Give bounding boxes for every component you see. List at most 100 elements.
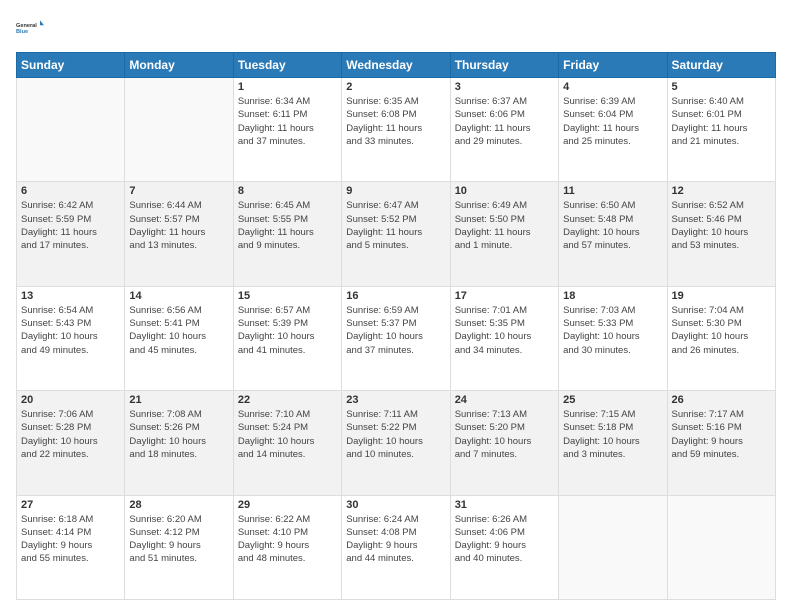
calendar-cell: 6 Sunrise: 6:42 AMSunset: 5:59 PMDaylight… xyxy=(17,182,125,286)
day-info: Sunrise: 6:42 AMSunset: 5:59 PMDaylight:… xyxy=(21,199,120,252)
page: GeneralBlue SundayMondayTuesdayWednesday… xyxy=(0,0,792,612)
day-number: 1 xyxy=(238,81,337,93)
day-info: Sunrise: 7:13 AMSunset: 5:20 PMDaylight:… xyxy=(455,408,554,461)
calendar-row: 6 Sunrise: 6:42 AMSunset: 5:59 PMDaylight… xyxy=(17,182,776,286)
day-info: Sunrise: 6:18 AMSunset: 4:14 PMDaylight:… xyxy=(21,513,120,566)
calendar-cell: 13 Sunrise: 6:54 AMSunset: 5:43 PMDayligh… xyxy=(17,286,125,390)
weekday-header-wednesday: Wednesday xyxy=(342,53,450,78)
day-number: 24 xyxy=(455,394,554,406)
day-number: 6 xyxy=(21,185,120,197)
day-info: Sunrise: 7:10 AMSunset: 5:24 PMDaylight:… xyxy=(238,408,337,461)
day-number: 10 xyxy=(455,185,554,197)
day-info: Sunrise: 6:35 AMSunset: 6:08 PMDaylight:… xyxy=(346,95,445,148)
calendar-cell: 1 Sunrise: 6:34 AMSunset: 6:11 PMDaylight… xyxy=(233,78,341,182)
day-info: Sunrise: 6:22 AMSunset: 4:10 PMDaylight:… xyxy=(238,513,337,566)
day-number: 28 xyxy=(129,499,228,511)
day-number: 7 xyxy=(129,185,228,197)
calendar-cell: 23 Sunrise: 7:11 AMSunset: 5:22 PMDayligh… xyxy=(342,391,450,495)
calendar-cell: 7Sunrise: 6:44 AMSunset: 5:57 PMDaylight… xyxy=(125,182,233,286)
day-number: 12 xyxy=(672,185,771,197)
calendar-cell: 14 Sunrise: 6:56 AMSunset: 5:41 PMDayligh… xyxy=(125,286,233,390)
calendar-cell: 19Sunrise: 7:04 AMSunset: 5:30 PMDayligh… xyxy=(667,286,775,390)
day-info: Sunrise: 6:49 AMSunset: 5:50 PMDaylight:… xyxy=(455,199,554,252)
day-info: Sunrise: 6:54 AMSunset: 5:43 PMDaylight:… xyxy=(21,304,120,357)
day-number: 15 xyxy=(238,290,337,302)
calendar-cell: 29 Sunrise: 6:22 AMSunset: 4:10 PMDayligh… xyxy=(233,495,341,599)
svg-text:General: General xyxy=(16,23,37,29)
day-info: Sunrise: 6:57 AMSunset: 5:39 PMDaylight:… xyxy=(238,304,337,357)
calendar-cell: 18 Sunrise: 7:03 AMSunset: 5:33 PMDayligh… xyxy=(559,286,667,390)
day-info: Sunrise: 7:06 AMSunset: 5:28 PMDaylight:… xyxy=(21,408,120,461)
weekday-header-friday: Friday xyxy=(559,53,667,78)
calendar-cell: 26 Sunrise: 7:17 AMSunset: 5:16 PMDayligh… xyxy=(667,391,775,495)
calendar-table: SundayMondayTuesdayWednesdayThursdayFrid… xyxy=(16,52,776,600)
calendar-cell: 16Sunrise: 6:59 AMSunset: 5:37 PMDayligh… xyxy=(342,286,450,390)
day-number: 30 xyxy=(346,499,445,511)
day-number: 9 xyxy=(346,185,445,197)
logo-icon: GeneralBlue xyxy=(16,12,48,44)
day-number: 14 xyxy=(129,290,228,302)
day-info: Sunrise: 6:50 AMSunset: 5:48 PMDaylight:… xyxy=(563,199,662,252)
calendar-cell: 17 Sunrise: 7:01 AMSunset: 5:35 PMDayligh… xyxy=(450,286,558,390)
day-info: Sunrise: 7:03 AMSunset: 5:33 PMDaylight:… xyxy=(563,304,662,357)
calendar-cell: 27 Sunrise: 6:18 AMSunset: 4:14 PMDayligh… xyxy=(17,495,125,599)
day-info: Sunrise: 7:01 AMSunset: 5:35 PMDaylight:… xyxy=(455,304,554,357)
day-info: Sunrise: 6:45 AMSunset: 5:55 PMDaylight:… xyxy=(238,199,337,252)
calendar-cell: 22 Sunrise: 7:10 AMSunset: 5:24 PMDayligh… xyxy=(233,391,341,495)
day-number: 3 xyxy=(455,81,554,93)
day-info: Sunrise: 6:52 AMSunset: 5:46 PMDaylight:… xyxy=(672,199,771,252)
day-number: 29 xyxy=(238,499,337,511)
day-info: Sunrise: 7:11 AMSunset: 5:22 PMDaylight:… xyxy=(346,408,445,461)
calendar-cell: 15 Sunrise: 6:57 AMSunset: 5:39 PMDayligh… xyxy=(233,286,341,390)
day-info: Sunrise: 7:15 AMSunset: 5:18 PMDaylight:… xyxy=(563,408,662,461)
calendar-cell: 10 Sunrise: 6:49 AMSunset: 5:50 PMDayligh… xyxy=(450,182,558,286)
logo: GeneralBlue xyxy=(16,12,48,44)
weekday-header-monday: Monday xyxy=(125,53,233,78)
day-number: 21 xyxy=(129,394,228,406)
day-info: Sunrise: 6:34 AMSunset: 6:11 PMDaylight:… xyxy=(238,95,337,148)
calendar-row: 20 Sunrise: 7:06 AMSunset: 5:28 PMDayligh… xyxy=(17,391,776,495)
calendar-cell xyxy=(559,495,667,599)
header: GeneralBlue xyxy=(16,12,776,44)
day-info: Sunrise: 6:40 AMSunset: 6:01 PMDaylight:… xyxy=(672,95,771,148)
day-info: Sunrise: 6:47 AMSunset: 5:52 PMDaylight:… xyxy=(346,199,445,252)
day-number: 23 xyxy=(346,394,445,406)
calendar-row: 27 Sunrise: 6:18 AMSunset: 4:14 PMDayligh… xyxy=(17,495,776,599)
day-number: 20 xyxy=(21,394,120,406)
day-number: 19 xyxy=(672,290,771,302)
calendar-cell: 3 Sunrise: 6:37 AMSunset: 6:06 PMDaylight… xyxy=(450,78,558,182)
weekday-header-sunday: Sunday xyxy=(17,53,125,78)
weekday-header-tuesday: Tuesday xyxy=(233,53,341,78)
calendar-cell: 11 Sunrise: 6:50 AMSunset: 5:48 PMDayligh… xyxy=(559,182,667,286)
calendar-cell: 4Sunrise: 6:39 AMSunset: 6:04 PMDaylight… xyxy=(559,78,667,182)
calendar-cell: 12 Sunrise: 6:52 AMSunset: 5:46 PMDayligh… xyxy=(667,182,775,286)
day-info: Sunrise: 7:08 AMSunset: 5:26 PMDaylight:… xyxy=(129,408,228,461)
calendar-cell: 24 Sunrise: 7:13 AMSunset: 5:20 PMDayligh… xyxy=(450,391,558,495)
day-number: 25 xyxy=(563,394,662,406)
day-number: 13 xyxy=(21,290,120,302)
calendar-cell: 8Sunrise: 6:45 AMSunset: 5:55 PMDaylight… xyxy=(233,182,341,286)
calendar-cell: 5 Sunrise: 6:40 AMSunset: 6:01 PMDaylight… xyxy=(667,78,775,182)
calendar-cell: 25 Sunrise: 7:15 AMSunset: 5:18 PMDayligh… xyxy=(559,391,667,495)
calendar-row: 1 Sunrise: 6:34 AMSunset: 6:11 PMDaylight… xyxy=(17,78,776,182)
day-info: Sunrise: 6:39 AMSunset: 6:04 PMDaylight:… xyxy=(563,95,662,148)
day-info: Sunrise: 6:37 AMSunset: 6:06 PMDaylight:… xyxy=(455,95,554,148)
day-number: 27 xyxy=(21,499,120,511)
day-number: 31 xyxy=(455,499,554,511)
day-number: 2 xyxy=(346,81,445,93)
day-info: Sunrise: 6:59 AMSunset: 5:37 PMDaylight:… xyxy=(346,304,445,357)
day-number: 22 xyxy=(238,394,337,406)
day-info: Sunrise: 6:56 AMSunset: 5:41 PMDaylight:… xyxy=(129,304,228,357)
day-number: 18 xyxy=(563,290,662,302)
calendar-cell: 31Sunrise: 6:26 AMSunset: 4:06 PMDayligh… xyxy=(450,495,558,599)
day-number: 26 xyxy=(672,394,771,406)
day-number: 11 xyxy=(563,185,662,197)
calendar-cell: 20 Sunrise: 7:06 AMSunset: 5:28 PMDayligh… xyxy=(17,391,125,495)
day-number: 17 xyxy=(455,290,554,302)
weekday-header-thursday: Thursday xyxy=(450,53,558,78)
day-info: Sunrise: 7:17 AMSunset: 5:16 PMDaylight:… xyxy=(672,408,771,461)
weekday-header-row: SundayMondayTuesdayWednesdayThursdayFrid… xyxy=(17,53,776,78)
calendar-cell xyxy=(17,78,125,182)
day-number: 5 xyxy=(672,81,771,93)
day-info: Sunrise: 6:20 AMSunset: 4:12 PMDaylight:… xyxy=(129,513,228,566)
